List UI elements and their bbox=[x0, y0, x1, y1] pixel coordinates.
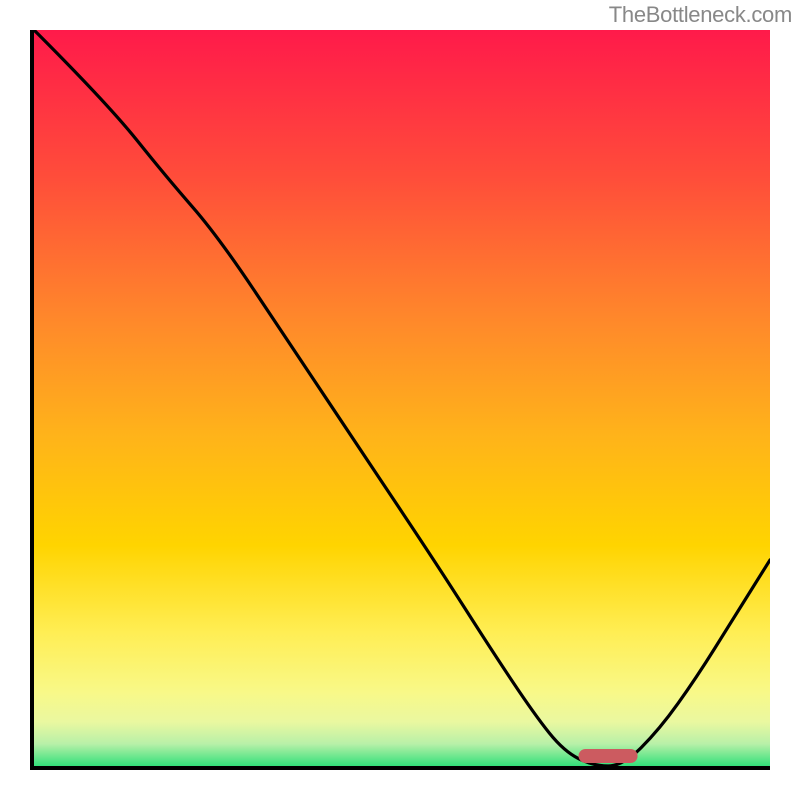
watermark-text: TheBottleneck.com bbox=[609, 2, 792, 28]
plot-area bbox=[30, 30, 770, 770]
bottleneck-curve bbox=[34, 30, 770, 766]
optimal-range-marker bbox=[579, 749, 638, 763]
bottleneck-chart: TheBottleneck.com bbox=[0, 0, 800, 800]
